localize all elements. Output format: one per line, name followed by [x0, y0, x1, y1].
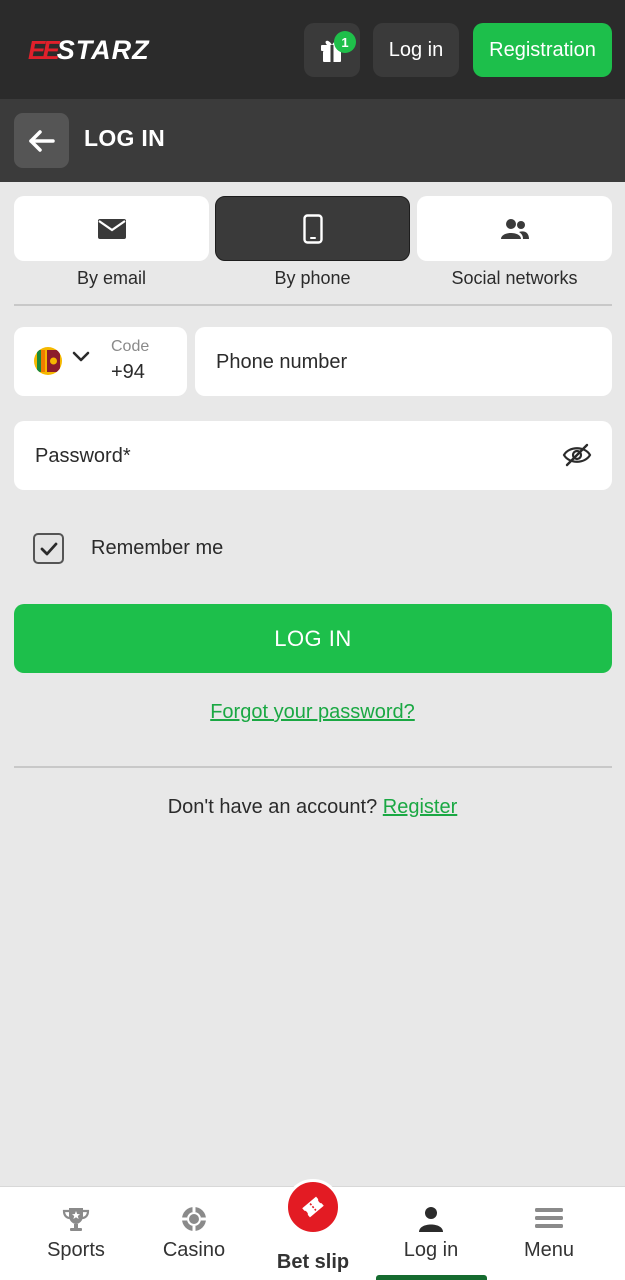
nav-menu[interactable]: Menu — [490, 1187, 608, 1280]
tab-label-phone: By phone — [274, 268, 351, 288]
trophy-icon — [62, 1208, 90, 1231]
page-header: LOG IN — [0, 99, 625, 182]
password-placeholder: Password* — [35, 445, 131, 467]
tab-label-social: Social networks — [451, 268, 578, 288]
password-input[interactable]: Password* — [14, 421, 612, 490]
nav-label-bet-slip[interactable]: Bet slip — [253, 1251, 373, 1274]
header-registration-button[interactable]: Registration — [473, 23, 612, 77]
nav-label-casino: Casino — [162, 1239, 226, 1261]
register-link[interactable]: Register — [383, 796, 457, 818]
top-header: EE STARZ 1 Log in Registration — [0, 0, 625, 99]
page-title: LOG IN — [84, 125, 166, 151]
header-login-button[interactable]: Log in — [373, 23, 459, 77]
envelope-icon — [97, 218, 126, 239]
remember-me-label[interactable]: Remember me — [91, 537, 223, 560]
bottom-navigation: Sports Casino Bet slip Log in Menu — [0, 1179, 625, 1280]
notification-badge: 1 — [334, 31, 356, 53]
phone-placeholder: Phone number — [216, 351, 348, 373]
sri-lanka-flag-icon — [34, 347, 62, 375]
active-tab-indicator — [376, 1275, 487, 1280]
back-button[interactable] — [14, 113, 69, 168]
nav-bet-slip[interactable] — [285, 1179, 341, 1235]
tab-by-phone[interactable] — [215, 196, 410, 261]
nav-label-log-in: Log in — [403, 1239, 459, 1261]
eye-off-icon[interactable] — [562, 443, 592, 467]
nav-casino[interactable]: Casino — [135, 1187, 253, 1280]
nav-sports[interactable]: Sports — [17, 1187, 135, 1280]
login-submit-button[interactable]: LOG IN — [14, 604, 612, 673]
logo-text: STARZ — [56, 34, 150, 65]
gift-button[interactable]: 1 — [304, 23, 360, 77]
hamburger-menu-icon — [535, 1208, 563, 1228]
divider — [14, 766, 612, 768]
nav-log-in[interactable]: Log in — [372, 1187, 490, 1280]
forgot-password-link[interactable]: Forgot your password? — [0, 701, 625, 724]
nav-label-menu: Menu — [523, 1239, 575, 1261]
signup-prompt: Don't have an account? Register — [0, 796, 625, 819]
signup-prompt-text: Don't have an account? — [167, 796, 378, 818]
checkmark-icon — [40, 542, 57, 555]
casino-chip-icon — [182, 1207, 206, 1231]
tab-social-networks[interactable] — [417, 196, 612, 261]
brand-logo[interactable]: EE STARZ — [28, 34, 150, 65]
country-code-select[interactable]: Code +94 — [14, 327, 187, 396]
remember-me-checkbox[interactable] — [33, 533, 64, 564]
nav-label-sports: Sports — [47, 1239, 105, 1261]
tab-label-email: By email — [76, 268, 147, 288]
user-icon — [419, 1207, 443, 1232]
logo-mark: EE — [28, 34, 60, 65]
code-label: Code — [111, 338, 150, 355]
arrow-left-icon — [28, 129, 55, 152]
tab-by-email[interactable] — [14, 196, 209, 261]
smartphone-icon — [302, 213, 323, 244]
ticket-icon — [302, 1196, 324, 1218]
divider — [14, 304, 612, 306]
chevron-down-icon — [72, 351, 90, 362]
phone-number-input[interactable]: Phone number — [195, 327, 612, 396]
code-value: +94 — [111, 361, 145, 383]
people-icon — [500, 218, 529, 239]
